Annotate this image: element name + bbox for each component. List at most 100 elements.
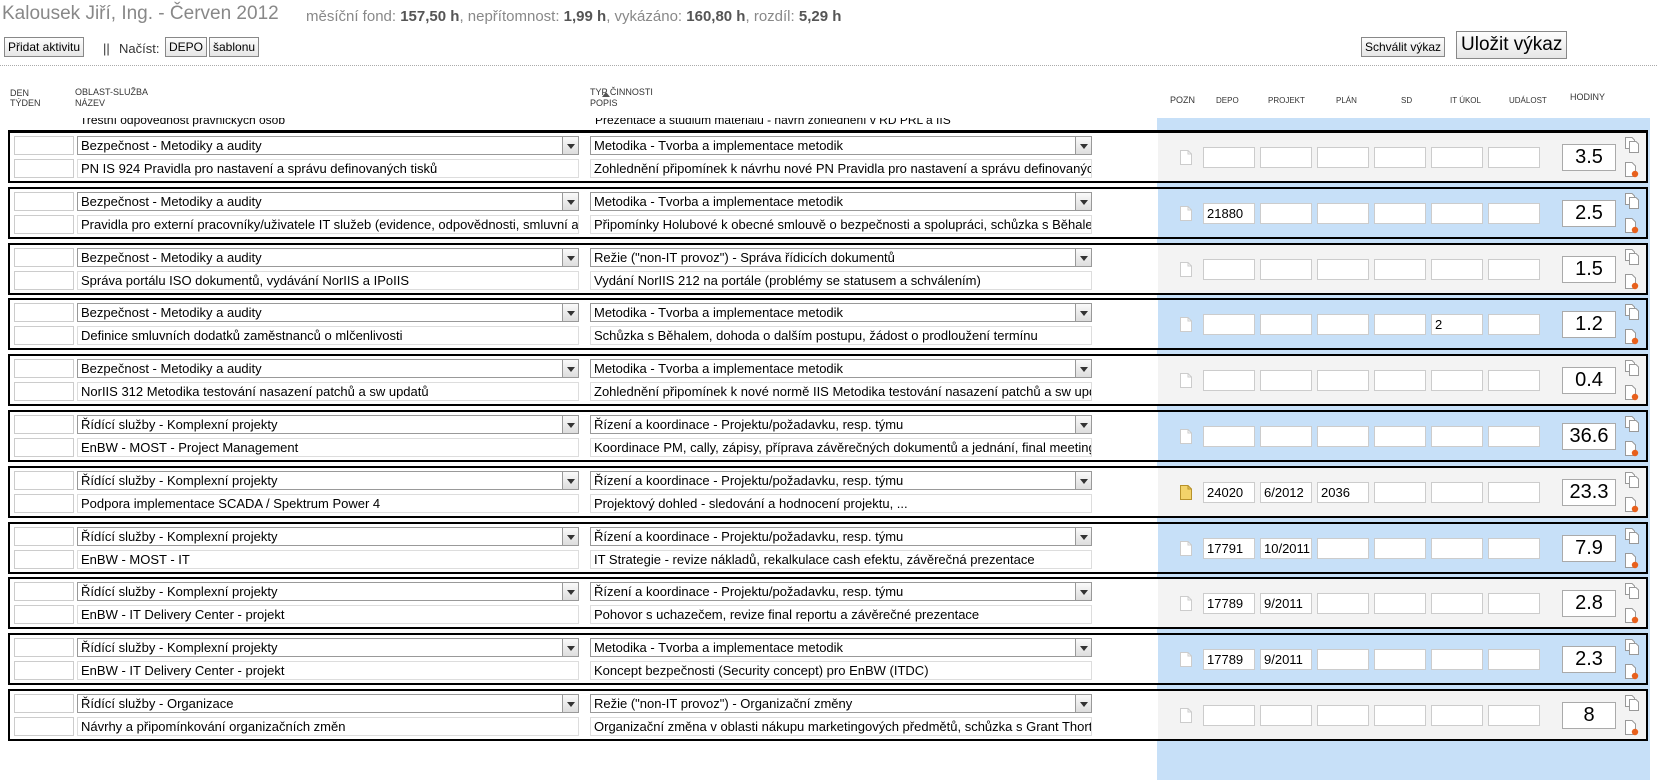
chevron-down-icon[interactable] <box>562 416 578 433</box>
chevron-down-icon[interactable] <box>1075 472 1091 489</box>
it-task-field[interactable] <box>1431 370 1483 391</box>
copy-row-icon[interactable] <box>1625 304 1639 320</box>
hours-input[interactable]: 1.2 <box>1562 311 1616 338</box>
sd-field[interactable] <box>1374 370 1426 391</box>
header-popis[interactable]: POPIS <box>590 98 618 109</box>
depo-field[interactable] <box>1203 705 1255 726</box>
description-input[interactable]: Pohovor s uchazečem, revize final report… <box>590 605 1092 624</box>
week-input[interactable] <box>14 159 74 178</box>
chevron-down-icon[interactable] <box>562 639 578 656</box>
activity-type-select[interactable]: Řízení a koordinace - Projektu/požadavku… <box>590 582 1092 601</box>
depo-field[interactable] <box>1203 370 1255 391</box>
day-input[interactable] <box>14 192 74 211</box>
delete-row-icon[interactable] <box>1625 441 1639 457</box>
description-input[interactable]: Koordinace PM, cally, zápisy, příprava z… <box>590 438 1092 457</box>
hours-input[interactable]: 3.5 <box>1562 144 1616 171</box>
chevron-down-icon[interactable] <box>562 695 578 712</box>
note-icon[interactable] <box>1180 596 1192 611</box>
day-input[interactable] <box>14 303 74 322</box>
activity-type-select[interactable]: Metodika - Tvorba a implementace metodik <box>590 638 1092 657</box>
day-input[interactable] <box>14 359 74 378</box>
hours-input[interactable]: 8 <box>1562 702 1616 729</box>
name-input[interactable]: NorIIS 312 Metodika testování nasazení p… <box>77 382 579 401</box>
hours-input[interactable]: 2.8 <box>1562 590 1616 617</box>
week-input[interactable] <box>14 215 74 234</box>
project-field[interactable] <box>1260 314 1312 335</box>
area-select[interactable]: Bezpečnost - Metodiky a audity <box>77 192 579 211</box>
hours-input[interactable]: 1.5 <box>1562 256 1616 283</box>
chevron-down-icon[interactable] <box>1075 416 1091 433</box>
sort-up-icon[interactable] <box>602 92 610 97</box>
plan-field[interactable] <box>1317 314 1369 335</box>
day-input[interactable] <box>14 471 74 490</box>
chevron-down-icon[interactable] <box>1075 639 1091 656</box>
chevron-down-icon[interactable] <box>562 360 578 377</box>
sd-field[interactable] <box>1374 259 1426 280</box>
it-task-field[interactable] <box>1431 147 1483 168</box>
plan-field[interactable] <box>1317 593 1369 614</box>
name-input[interactable]: EnBW - IT Delivery Center - projekt <box>77 661 579 680</box>
plan-field[interactable]: 2036 <box>1317 482 1369 503</box>
hours-input[interactable]: 2.5 <box>1562 200 1616 227</box>
description-input[interactable]: Schůzka s Běhalem, dohoda o dalším postu… <box>590 326 1092 345</box>
description-input[interactable]: Koncept bezpečnosti (Security concept) p… <box>590 661 1092 680</box>
copy-row-icon[interactable] <box>1625 695 1639 711</box>
copy-row-icon[interactable] <box>1625 528 1639 544</box>
chevron-down-icon[interactable] <box>562 528 578 545</box>
copy-row-icon[interactable] <box>1625 472 1639 488</box>
chevron-down-icon[interactable] <box>562 193 578 210</box>
sd-field[interactable] <box>1374 482 1426 503</box>
hours-input[interactable]: 2.3 <box>1562 646 1616 673</box>
delete-row-icon[interactable] <box>1625 720 1639 736</box>
it-task-field[interactable]: 2 <box>1431 314 1483 335</box>
copy-row-icon[interactable] <box>1625 416 1639 432</box>
header-nazev[interactable]: NÁZEV <box>75 98 105 109</box>
event-field[interactable] <box>1488 538 1540 559</box>
project-field[interactable] <box>1260 370 1312 391</box>
copy-row-icon[interactable] <box>1625 583 1639 599</box>
description-input[interactable]: Vydání NorIIS 212 na portále (problémy s… <box>590 271 1092 290</box>
hours-input[interactable]: 23.3 <box>1562 479 1616 506</box>
project-field[interactable] <box>1260 426 1312 447</box>
sd-field[interactable] <box>1374 203 1426 224</box>
note-icon[interactable] <box>1180 373 1192 388</box>
note-icon[interactable] <box>1180 262 1192 277</box>
activity-type-select[interactable]: Metodika - Tvorba a implementace metodik <box>590 192 1092 211</box>
copy-row-icon[interactable] <box>1625 360 1639 376</box>
plan-field[interactable] <box>1317 147 1369 168</box>
sd-field[interactable] <box>1374 649 1426 670</box>
event-field[interactable] <box>1488 259 1540 280</box>
copy-row-icon[interactable] <box>1625 639 1639 655</box>
week-input[interactable] <box>14 494 74 513</box>
name-input[interactable]: Návrhy a připomínkování organizačních zm… <box>77 717 579 736</box>
sd-field[interactable] <box>1374 314 1426 335</box>
note-icon[interactable] <box>1180 206 1192 221</box>
note-icon[interactable] <box>1180 150 1192 165</box>
activity-type-select[interactable]: Režie ("non-IT provoz") - Správa řídicíc… <box>590 248 1092 267</box>
event-field[interactable] <box>1488 482 1540 503</box>
area-select[interactable]: Bezpečnost - Metodiky a audity <box>77 136 579 155</box>
chevron-down-icon[interactable] <box>1075 528 1091 545</box>
name-input[interactable]: Správa portálu ISO dokumentů, vydávání N… <box>77 271 579 290</box>
event-field[interactable] <box>1488 370 1540 391</box>
project-field[interactable]: 9/2011 <box>1260 649 1312 670</box>
project-field[interactable] <box>1260 203 1312 224</box>
hours-input[interactable]: 36.6 <box>1562 423 1616 450</box>
plan-field[interactable] <box>1317 538 1369 559</box>
depo-field[interactable]: 17791 <box>1203 538 1255 559</box>
load-depo-button[interactable]: DEPO <box>165 37 208 57</box>
load-template-button[interactable]: šablonu <box>209 37 260 57</box>
copy-row-icon[interactable] <box>1625 249 1639 265</box>
name-input[interactable]: Pravidla pro externí pracovníky/uživatel… <box>77 215 579 234</box>
plan-field[interactable] <box>1317 426 1369 447</box>
name-input[interactable]: Podpora implementace SCADA / Spektrum Po… <box>77 494 579 513</box>
copy-row-icon[interactable] <box>1625 137 1639 153</box>
approve-button[interactable]: Schválit výkaz <box>1361 37 1446 57</box>
chevron-down-icon[interactable] <box>562 137 578 154</box>
chevron-down-icon[interactable] <box>1075 193 1091 210</box>
description-input[interactable]: Připomínky Holubové k obecné smlouvě o b… <box>590 215 1092 234</box>
day-input[interactable] <box>14 582 74 601</box>
note-icon[interactable] <box>1180 317 1192 332</box>
day-input[interactable] <box>14 248 74 267</box>
description-input[interactable]: Zohlednění připomínek k návrhu nové PN P… <box>590 159 1092 178</box>
